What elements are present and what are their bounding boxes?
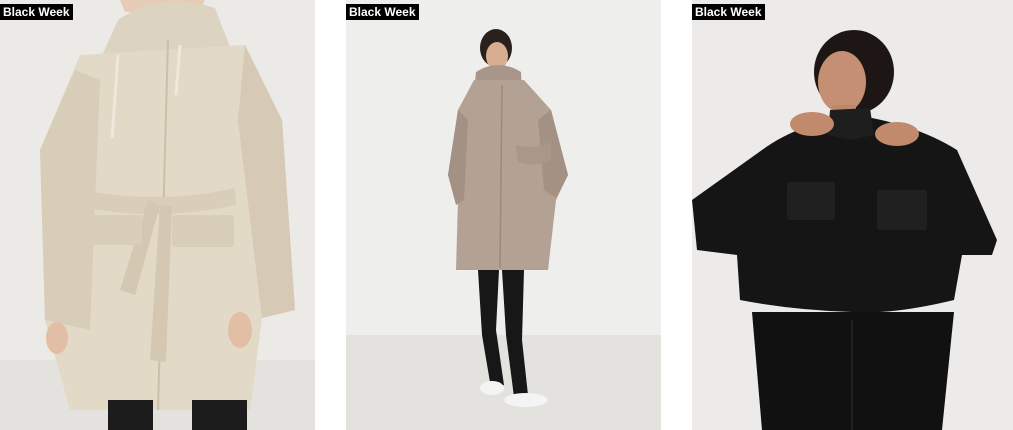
- product-card[interactable]: Black Week: [0, 0, 315, 430]
- black-week-badge: Black Week: [346, 4, 419, 20]
- product-grid: Black Week Black Week Black Week: [0, 0, 1013, 430]
- product-image[interactable]: [692, 0, 1013, 430]
- product-image[interactable]: [346, 0, 661, 430]
- black-week-badge: Black Week: [692, 4, 765, 20]
- black-week-badge: Black Week: [0, 4, 73, 20]
- product-card[interactable]: Black Week: [346, 0, 661, 430]
- product-card[interactable]: Black Week: [692, 0, 1013, 430]
- product-image[interactable]: [0, 0, 315, 430]
